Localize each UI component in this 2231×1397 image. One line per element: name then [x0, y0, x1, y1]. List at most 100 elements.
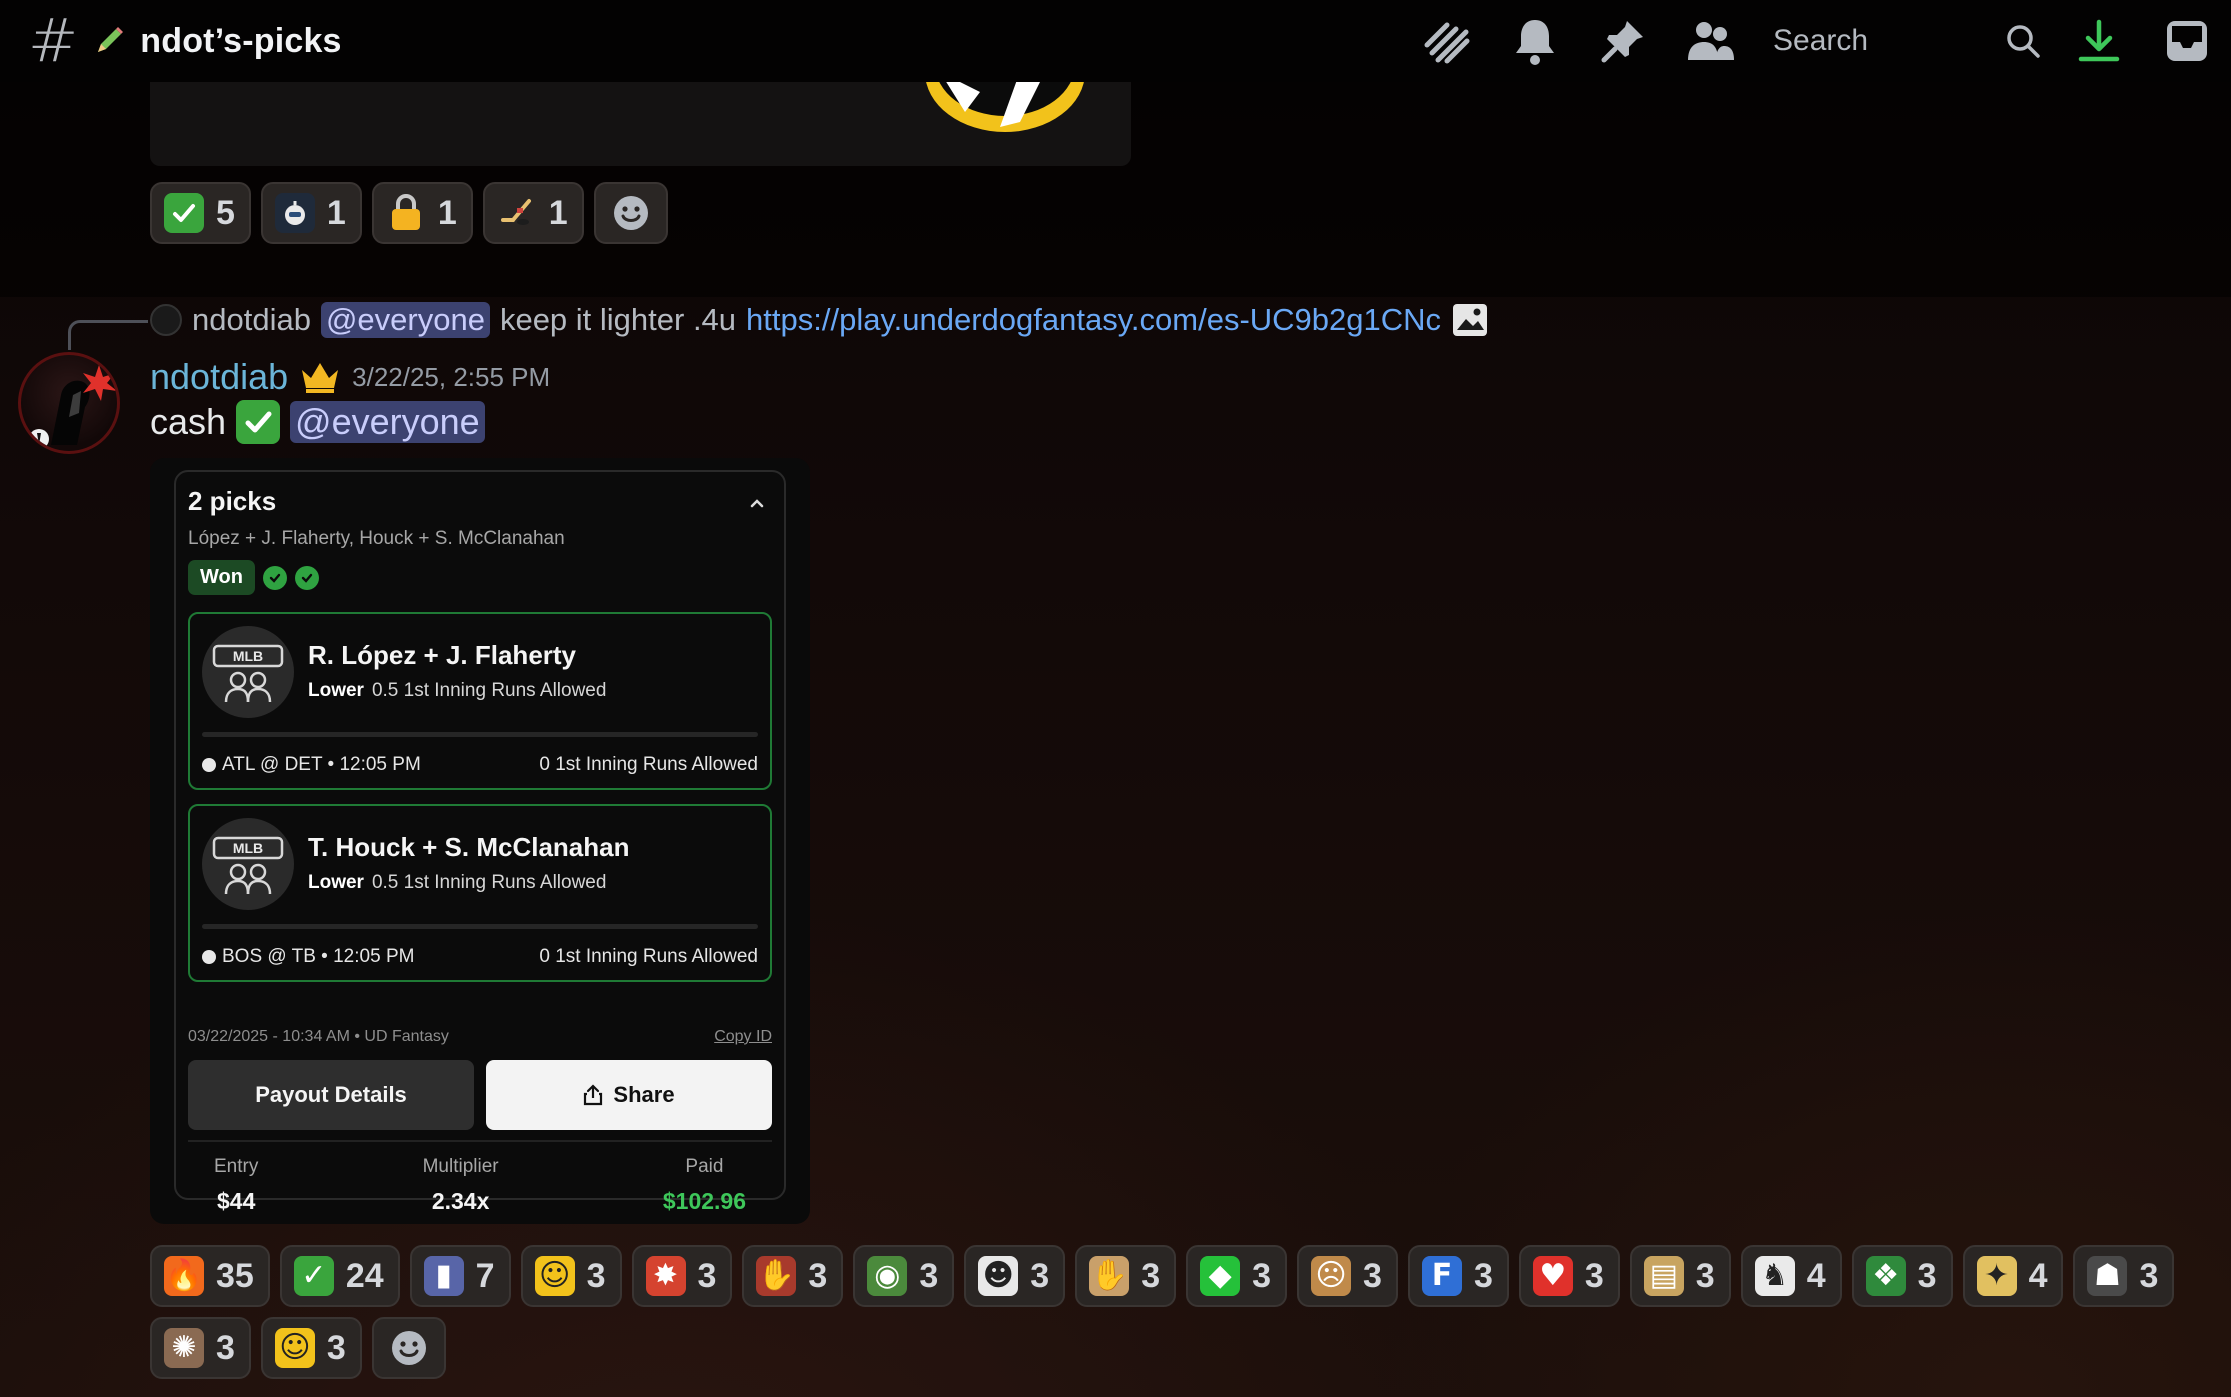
copy-id-link[interactable]: Copy ID	[714, 1028, 772, 1046]
reply-text: keep it lighter .4u	[499, 302, 737, 337]
reaction-green-gem[interactable]: ◆ 3	[1186, 1245, 1288, 1307]
entry-stats: Entry $44 Multiplier 2.34x Paid $102.96	[188, 1140, 772, 1215]
status-badge: Won	[188, 560, 255, 595]
reaction-count: 3	[2139, 1256, 2159, 1295]
money-dragon-icon: ❖	[1865, 1256, 1906, 1296]
reaction-check-mark[interactable]: 5	[150, 182, 251, 244]
hand-emoji-icon: ✋	[756, 1256, 797, 1296]
bell-icon[interactable]	[1491, 0, 1579, 82]
threads-icon[interactable]	[1403, 0, 1491, 82]
pick-result: 0 1st Inning Runs Allowed	[539, 754, 758, 775]
smiley-icon	[613, 196, 648, 230]
add-reaction-button[interactable]	[593, 182, 668, 244]
portrait-icon: ☗	[2087, 1256, 2128, 1296]
pin-icon[interactable]	[1579, 0, 1667, 82]
entry-meta: 03/22/2025 - 10:34 AM • UD Fantasy	[188, 1028, 449, 1045]
search-placeholder: Search	[1773, 24, 1869, 57]
mlb-logo-icon: MLB	[202, 818, 294, 910]
reaction-free[interactable]: F3	[1407, 1245, 1509, 1307]
message-text: cash	[150, 401, 227, 442]
previous-embed-image[interactable]	[150, 82, 1131, 166]
pick-item[interactable]: MLB T. Houck + S. McClanahan Lower 0.5 1s…	[188, 804, 772, 982]
inbox-icon[interactable]	[2143, 0, 2231, 82]
reply-preview[interactable]: ndotdiab @everyone keep it lighter .4u h…	[150, 302, 1489, 338]
reaction-count: 1	[326, 193, 346, 232]
pencil-icon	[98, 27, 124, 52]
channel-header: # ndot’s-picks Search	[0, 0, 2231, 82]
entry-card-embed: 2 picks López + J. Flaherty, Houck + S. …	[150, 458, 810, 1224]
reaction-count: 1	[437, 193, 457, 232]
reaction-face-emoji[interactable]: ☺ 3	[520, 1245, 622, 1307]
reaction-bang[interactable]: ✸ 3	[631, 1245, 733, 1307]
free-icon: F	[1421, 1256, 1462, 1296]
search-box[interactable]: Search	[1755, 0, 2055, 82]
message-mention[interactable]: @everyone	[290, 401, 485, 443]
avatar[interactable]	[18, 352, 120, 454]
pick-name: R. López + J. Flaherty	[308, 640, 577, 670]
entry-card: 2 picks López + J. Flaherty, Houck + S. …	[174, 470, 786, 1214]
reaction-fire-heart[interactable]: ♥ 3	[1518, 1245, 1620, 1307]
chevron-up-icon[interactable]	[746, 492, 768, 514]
hash-icon: #	[28, 6, 79, 76]
message-timestamp: 3/22/25, 2:55 PM	[352, 361, 551, 392]
reaction-check-mark[interactable]: ✓ 24	[279, 1245, 400, 1307]
reaction-count: 5	[216, 193, 235, 232]
reaction-robot[interactable]: 1	[260, 182, 362, 244]
reaction-dancing-figure[interactable]: ✦ 4	[1962, 1245, 2064, 1307]
reaction-count: 3	[586, 1256, 606, 1295]
pick-item[interactable]: MLB R. López + J. Flaherty Lower 0.5 1st …	[188, 612, 772, 790]
status-row: Won	[188, 560, 319, 595]
multiplier-stat: Multiplier 2.34x	[422, 1156, 499, 1214]
entry-stat: Entry $44	[214, 1156, 259, 1214]
reaction-count: 7	[475, 1256, 495, 1295]
reaction-notebook[interactable]: ▮ 7	[409, 1245, 511, 1307]
reaction-count: 4	[2028, 1256, 2048, 1295]
download-icon[interactable]	[2055, 0, 2143, 82]
reaction-explosion[interactable]: ✺ 3	[150, 1317, 251, 1379]
reply-author[interactable]: ndotdiab	[192, 302, 311, 338]
reaction-count: 3	[919, 1256, 939, 1295]
add-reaction-button[interactable]	[371, 1317, 446, 1379]
reaction-count: 3	[1252, 1256, 1272, 1295]
reaction-praying-hands[interactable]: ✋ 3	[1075, 1245, 1177, 1307]
reaction-hockey[interactable]: 1	[482, 182, 584, 244]
reply-link[interactable]: https://play.underdogfantasy.com/es-UC9b…	[746, 302, 1441, 338]
reaction-hand-emoji[interactable]: ✋ 3	[742, 1245, 844, 1307]
reaction-pepe[interactable]: ◉ 3	[853, 1245, 955, 1307]
reaction-money-dragon[interactable]: ❖ 3	[1851, 1245, 1953, 1307]
reaction-money-stack[interactable]: ▤ 3	[1629, 1245, 1731, 1307]
reaction-count: 24	[345, 1256, 384, 1295]
header-toolbar: Search	[1403, 0, 2231, 82]
robot-icon	[274, 193, 315, 233]
previous-reactions: 5 1 1 1	[150, 182, 668, 244]
payout-details-button[interactable]: Payout Details	[188, 1060, 474, 1130]
reaction-shocked-face[interactable]: ☺ 3	[260, 1317, 362, 1379]
progress-bar	[202, 924, 758, 929]
share-button[interactable]: Share	[486, 1060, 772, 1130]
reaction-chef[interactable]: ☻ 3	[964, 1245, 1066, 1307]
reaction-fire[interactable]: 🔥 35	[150, 1245, 270, 1307]
fire-icon: 🔥	[164, 1256, 204, 1296]
reaction-screaming-face[interactable]: ☹ 3	[1297, 1245, 1398, 1307]
pick-line: Lower 0.5 1st Inning Runs Allowed	[308, 680, 607, 701]
svg-text:MLB: MLB	[233, 840, 263, 856]
members-icon[interactable]	[1667, 0, 1755, 82]
chef-icon: ☻	[978, 1256, 1019, 1296]
reaction-goat[interactable]: ♞ 4	[1740, 1245, 1842, 1307]
reaction-count: 3	[1030, 1256, 1050, 1295]
reply-connector	[68, 320, 148, 350]
pick-name: T. Houck + S. McClanahan	[308, 832, 630, 862]
pick-game: ATL @ DET • 12:05 PM	[202, 754, 421, 776]
goat-icon: ♞	[1754, 1256, 1795, 1296]
channel-name: ndot’s-picks	[140, 21, 342, 60]
reaction-count: 3	[1917, 1256, 1937, 1295]
reaction-portrait[interactable]: ☗ 3	[2073, 1245, 2175, 1307]
smiley-icon	[391, 1331, 426, 1365]
hockey-stick-icon	[497, 193, 537, 233]
baseball-icon	[202, 758, 216, 772]
crown-icon	[302, 363, 339, 393]
reply-mention[interactable]: @everyone	[320, 302, 490, 338]
message-author[interactable]: ndotdiab	[150, 356, 288, 398]
reaction-lock[interactable]: 1	[371, 182, 473, 244]
baseball-icon	[202, 950, 216, 964]
